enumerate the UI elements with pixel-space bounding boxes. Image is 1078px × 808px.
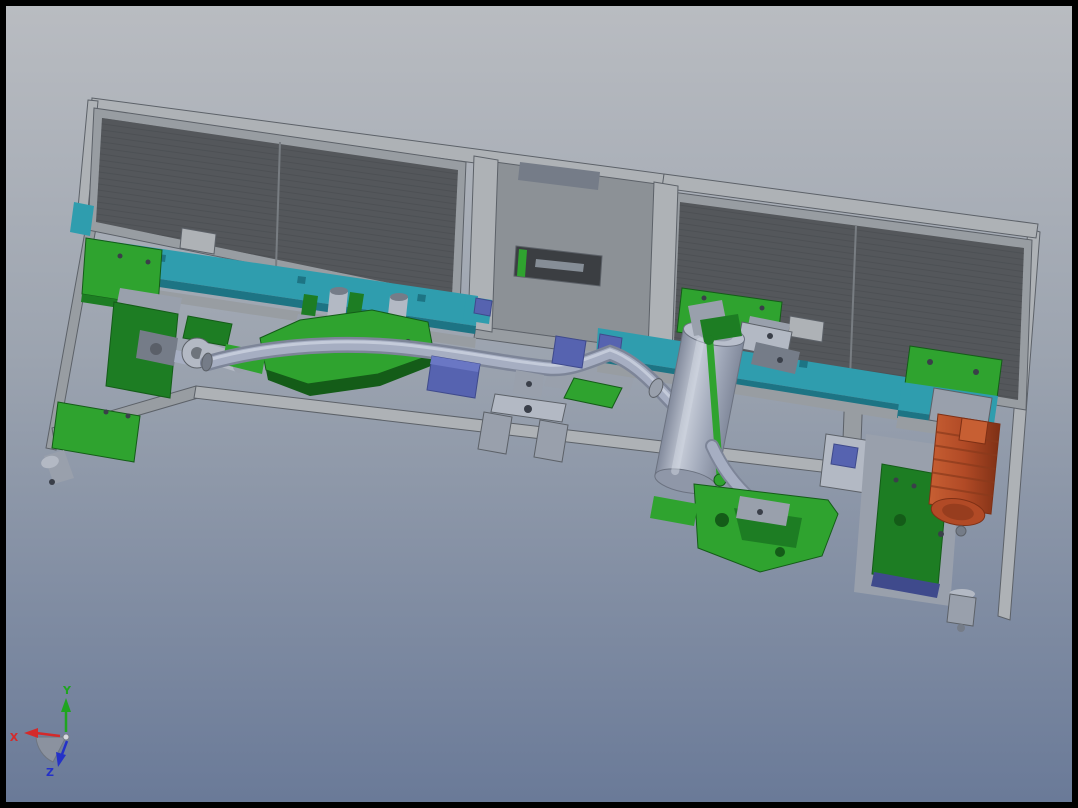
z-axis-label[interactable]: Z	[46, 766, 54, 779]
motor-shaft	[955, 525, 967, 537]
valve-stem	[957, 624, 965, 632]
motor-terminal-box[interactable]	[958, 417, 989, 445]
y-axis-label[interactable]: Y	[62, 684, 72, 697]
belt-tensioner[interactable]	[473, 297, 493, 317]
left-end-teal-plate[interactable]	[70, 202, 94, 236]
fixture-blue-block[interactable]	[830, 443, 859, 469]
bolt	[927, 359, 933, 365]
bolt	[526, 381, 532, 387]
guide-block[interactable]	[551, 335, 587, 369]
valve-body[interactable]	[946, 593, 977, 627]
bolt	[767, 333, 773, 339]
triad-origin	[62, 733, 70, 741]
bolt	[49, 479, 55, 485]
left-gearbox-shaft	[150, 343, 162, 355]
bolt	[757, 509, 763, 515]
clamp-cap	[390, 293, 408, 301]
x-axis-label[interactable]: X	[10, 731, 19, 744]
clamp-cap	[330, 287, 348, 295]
rod-top-ball	[704, 335, 714, 345]
fixture-hole	[715, 513, 729, 527]
cad-viewport[interactable]: X Y Z	[0, 0, 1078, 808]
support-right-foot[interactable]	[533, 419, 569, 463]
viewport-canvas[interactable]: X Y Z	[0, 0, 1078, 808]
plate-hole	[894, 514, 906, 526]
bolt	[524, 405, 532, 413]
bolt	[777, 357, 783, 363]
belt-lug	[417, 294, 426, 302]
support-left-foot[interactable]	[477, 411, 513, 455]
bolt	[938, 531, 944, 537]
bolt	[973, 369, 979, 375]
belt-lug	[297, 276, 306, 284]
fixture-hole	[775, 547, 785, 557]
belt-lug	[799, 360, 808, 368]
